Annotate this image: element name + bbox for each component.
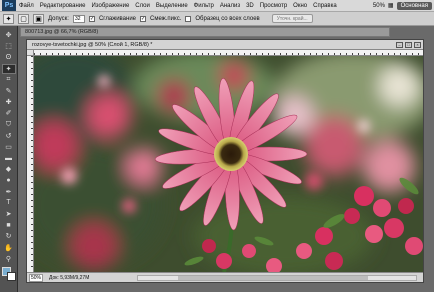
vertical-ruler[interactable] xyxy=(27,56,34,272)
sample-all-checkbox[interactable] xyxy=(185,15,192,22)
tolerance-input[interactable]: 32 xyxy=(72,14,85,23)
menu-select[interactable]: Выделение xyxy=(153,3,191,9)
pen-tool-icon[interactable]: ✒ xyxy=(2,187,16,197)
new-selection-icon[interactable]: ▢ xyxy=(18,13,29,24)
rotate-3d-icon[interactable]: ↻ xyxy=(2,231,16,241)
image-canvas[interactable] xyxy=(34,56,423,272)
menu-edit[interactable]: Редактирование xyxy=(37,3,89,9)
antialias-checkbox[interactable]: ✓ xyxy=(88,15,95,22)
sample-all-label: Образец со всех слоев xyxy=(195,15,260,22)
document-title: rozovye-tsvetochki.jpg @ 50% (Слой 1, RG… xyxy=(32,41,153,48)
status-bar: 50% Док: 5,93M/9,27M xyxy=(27,272,423,282)
workspace-switcher[interactable]: Основная xyxy=(396,1,432,10)
antialias-label: Сглаживание xyxy=(98,15,137,22)
document-title-bar[interactable]: rozovye-tsvetochki.jpg @ 50% (Слой 1, RG… xyxy=(27,40,423,50)
window-buttons: – □ × xyxy=(396,41,423,48)
menu-image[interactable]: Изображение xyxy=(88,3,132,9)
menu-bar: Ps Файл Редактирование Изображение Слои … xyxy=(0,0,434,12)
magic-wand-icon[interactable]: ✦ xyxy=(3,13,14,24)
menu-analysis[interactable]: Анализ xyxy=(217,3,243,9)
type-tool-icon[interactable]: T xyxy=(2,198,16,208)
document-tab-back[interactable]: 800713.jpg @ 66,7% (RGB/8) xyxy=(20,27,390,37)
minimize-icon[interactable]: – xyxy=(396,41,403,48)
stamp-tool-icon[interactable]: ⛉ xyxy=(2,120,16,130)
marquee-tool-icon[interactable]: ⬚ xyxy=(2,41,16,51)
document-tab-back-title: 800713.jpg @ 66,7% (RGB/8) xyxy=(25,29,99,35)
contiguous-checkbox[interactable]: ✓ xyxy=(140,15,147,22)
healing-tool-icon[interactable]: ✚ xyxy=(2,97,16,107)
color-swatches[interactable] xyxy=(1,266,16,281)
tolerance-label: Допуск: xyxy=(48,15,69,22)
menu-filter[interactable]: Фильтр xyxy=(191,3,217,9)
document-window: rozovye-tsvetochki.jpg @ 50% (Слой 1, RG… xyxy=(26,39,424,283)
menu-3d[interactable]: 3D xyxy=(243,3,257,9)
status-zoom-field[interactable]: 50% xyxy=(29,273,43,282)
horizontal-scrollbar[interactable] xyxy=(137,274,417,281)
path-select-icon[interactable]: ➤ xyxy=(2,209,16,219)
toolbox: ✥ ⬚ ʘ ✦ ⌗ ✎ ✚ ✐ ⛉ ↺ ▭ ▬ ◆ ● ✒ T ➤ ■ ↻ ✋ … xyxy=(0,26,18,292)
photoshop-logo: Ps xyxy=(2,0,16,11)
background-color[interactable] xyxy=(6,271,16,281)
history-brush-icon[interactable]: ↺ xyxy=(2,131,16,141)
arrange-icon[interactable]: ▦ xyxy=(388,2,394,9)
lasso-tool-icon[interactable]: ʘ xyxy=(2,52,16,62)
crop-tool-icon[interactable]: ⌗ xyxy=(2,75,16,85)
options-bar: ✦ ▢ ▣ Допуск: 32 ✓ Сглаживание ✓ Смеж.пи… xyxy=(0,12,434,26)
dodge-tool-icon[interactable]: ● xyxy=(2,175,16,185)
menu-right: 50% ▦ Основная xyxy=(373,1,434,10)
menu-file[interactable]: Файл xyxy=(16,3,37,9)
flower-photo xyxy=(34,56,423,272)
menu-view[interactable]: Просмотр xyxy=(257,3,290,9)
magic-wand-tool-icon[interactable]: ✦ xyxy=(1,63,16,74)
close-icon[interactable]: × xyxy=(414,41,421,48)
add-selection-icon[interactable]: ▣ xyxy=(33,13,44,24)
hand-tool-icon[interactable]: ✋ xyxy=(2,243,16,253)
menu-window[interactable]: Окно xyxy=(290,3,310,9)
contiguous-label: Смеж.пикс. xyxy=(150,15,182,22)
gradient-tool-icon[interactable]: ▬ xyxy=(2,153,16,163)
brush-tool-icon[interactable]: ✐ xyxy=(2,108,16,118)
menu-help[interactable]: Справка xyxy=(310,3,340,9)
eyedropper-tool-icon[interactable]: ✎ xyxy=(2,86,16,96)
menu-layers[interactable]: Слои xyxy=(132,3,153,9)
shape-tool-icon[interactable]: ■ xyxy=(2,220,16,230)
refine-edge-button[interactable]: Уточн. край... xyxy=(271,14,313,23)
maximize-icon[interactable]: □ xyxy=(405,41,412,48)
zoom-tool-icon[interactable]: ⚲ xyxy=(2,254,16,264)
zoom-level[interactable]: 50% xyxy=(373,3,385,9)
scroll-thumb[interactable] xyxy=(178,275,368,280)
document-info[interactable]: Док: 5,93M/9,27M xyxy=(49,275,89,281)
eraser-tool-icon[interactable]: ▭ xyxy=(2,142,16,152)
move-tool-icon[interactable]: ✥ xyxy=(2,30,16,40)
blur-tool-icon[interactable]: ◆ xyxy=(2,164,16,174)
